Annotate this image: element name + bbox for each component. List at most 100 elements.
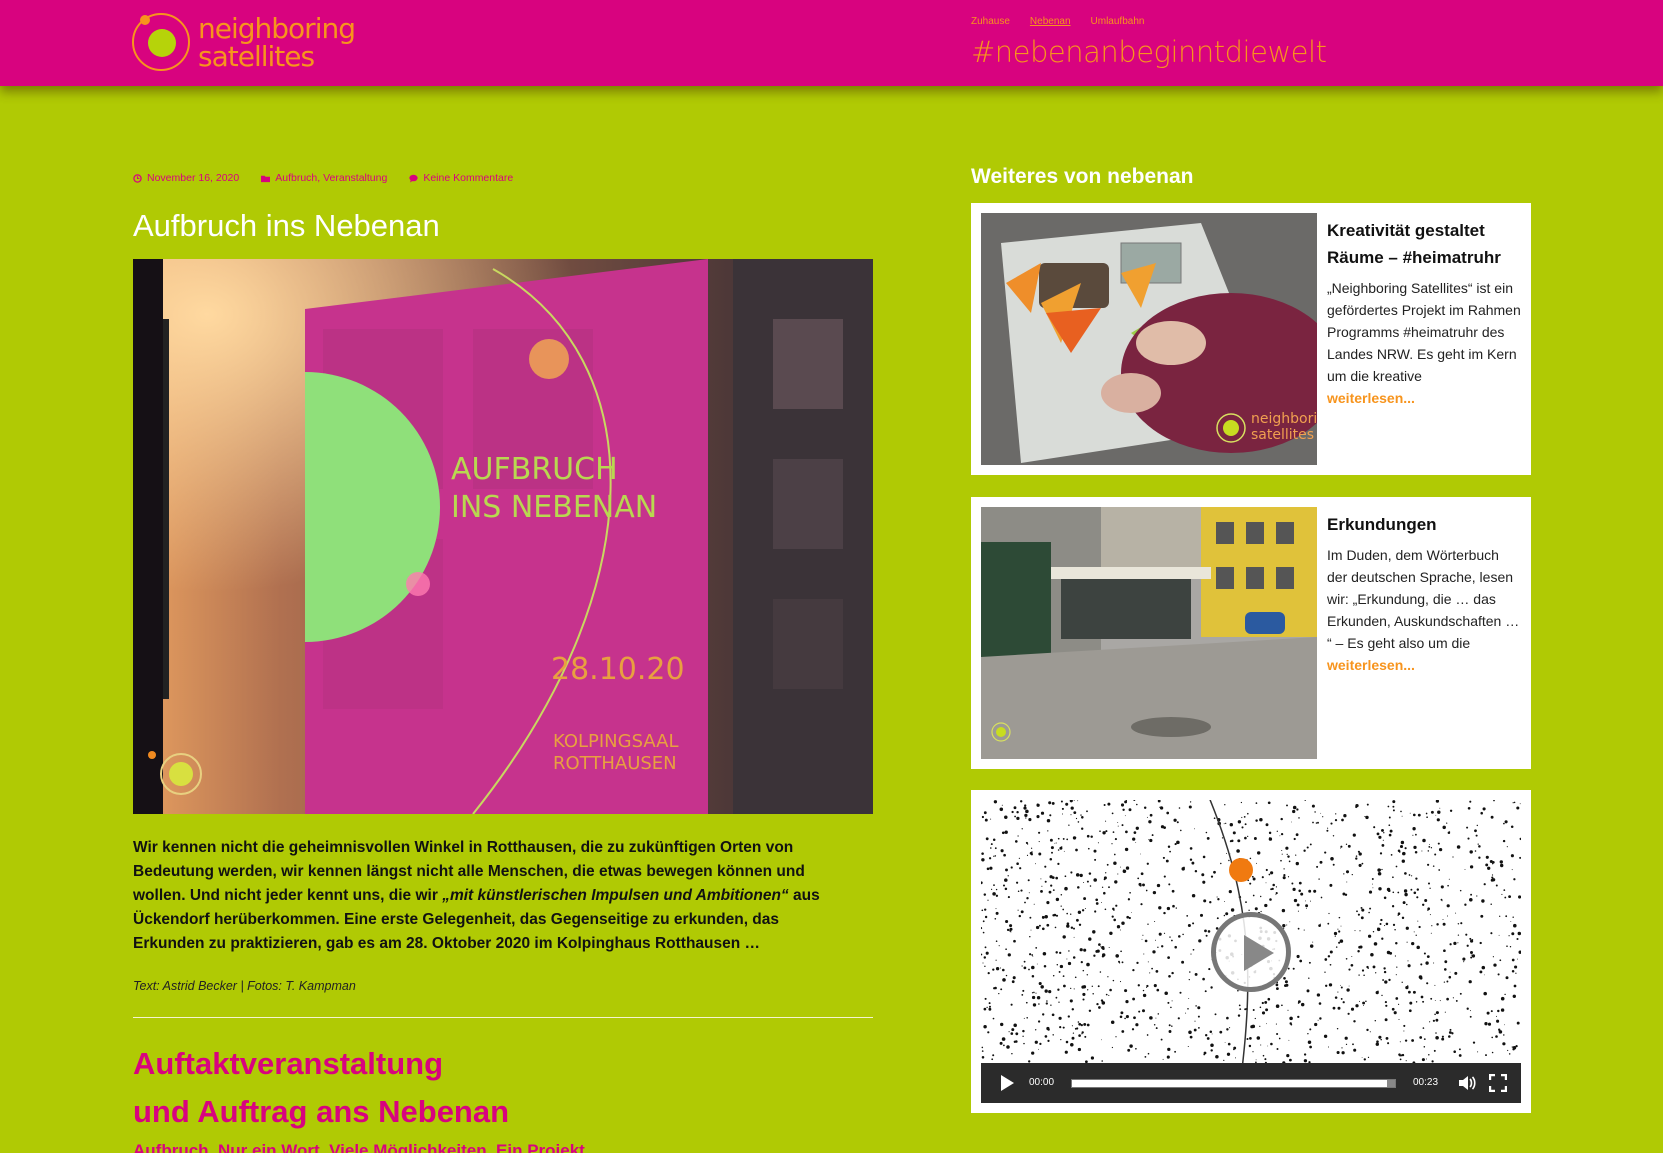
noise-speck xyxy=(1187,1008,1189,1010)
noise-speck xyxy=(1171,1000,1173,1002)
noise-speck xyxy=(1018,914,1021,918)
noise-speck xyxy=(1179,991,1182,994)
noise-speck xyxy=(982,962,984,964)
play-icon[interactable] xyxy=(1001,1075,1014,1091)
noise-speck xyxy=(1124,847,1129,852)
noise-speck xyxy=(1057,862,1060,866)
noise-speck xyxy=(1280,817,1283,821)
noise-speck xyxy=(1158,906,1162,910)
noise-speck xyxy=(1061,807,1064,810)
category-link-aufbruch[interactable]: Aufbruch xyxy=(275,172,317,184)
video-progress-bar[interactable] xyxy=(1071,1079,1396,1088)
noise-speck xyxy=(1412,834,1414,836)
noise-speck xyxy=(1385,922,1389,926)
noise-speck xyxy=(1509,946,1512,948)
noise-speck xyxy=(1226,1052,1231,1056)
noise-speck xyxy=(1409,812,1411,814)
noise-speck xyxy=(1168,883,1171,886)
noise-speck xyxy=(1019,867,1022,870)
video-player[interactable]: 00:00 00:23 xyxy=(971,790,1531,1113)
noise-speck xyxy=(1163,932,1166,934)
noise-speck xyxy=(1485,855,1489,859)
site-logo[interactable]: neighboring satellites xyxy=(132,13,372,75)
fullscreen-icon[interactable] xyxy=(1489,1074,1507,1092)
noise-speck xyxy=(1276,987,1279,990)
noise-speck xyxy=(1399,844,1404,849)
noise-speck xyxy=(989,1005,991,1008)
noise-speck xyxy=(1397,849,1401,853)
noise-speck xyxy=(1198,1027,1200,1029)
noise-speck xyxy=(1035,947,1038,949)
noise-speck xyxy=(1062,975,1065,977)
noise-speck xyxy=(987,972,990,975)
noise-speck xyxy=(1116,925,1121,929)
noise-speck xyxy=(1519,803,1521,805)
next-post-title[interactable]: Auftaktveranstaltung und Auftrag ans Neb… xyxy=(133,1040,509,1136)
related-post-card[interactable]: neighboring satellites Kreativität gesta… xyxy=(971,203,1531,475)
noise-speck xyxy=(1241,816,1243,819)
post-comments[interactable]: Keine Kommentare xyxy=(409,172,513,184)
nav-item-nebenan[interactable]: Nebenan xyxy=(1030,16,1071,27)
noise-speck xyxy=(1337,1006,1341,1010)
noise-speck xyxy=(1023,966,1027,970)
noise-speck xyxy=(1050,1004,1052,1006)
noise-speck xyxy=(1175,907,1177,909)
noise-speck xyxy=(1305,907,1307,909)
noise-speck xyxy=(1387,1042,1390,1045)
noise-speck xyxy=(981,1046,984,1049)
video-screen[interactable]: 00:00 00:23 xyxy=(981,800,1521,1103)
noise-speck xyxy=(1332,863,1335,866)
noise-speck xyxy=(1086,974,1089,976)
noise-speck xyxy=(1506,945,1508,947)
read-more-link[interactable]: weiterlesen... xyxy=(1327,390,1415,406)
noise-speck xyxy=(1157,1013,1160,1015)
noise-speck xyxy=(1159,806,1164,810)
noise-speck xyxy=(1167,845,1171,849)
post-title[interactable]: Aufbruch ins Nebenan xyxy=(133,208,440,244)
category-link-veranstaltung[interactable]: Veranstaltung xyxy=(323,172,387,184)
logo-text-line1: neighboring xyxy=(198,12,356,45)
noise-speck xyxy=(1380,869,1382,871)
related-post-title[interactable]: Kreativität gestaltet Räume – #heimatruh… xyxy=(1327,217,1522,271)
nav-item-umlaufbahn[interactable]: Umlaufbahn xyxy=(1091,16,1145,27)
noise-speck xyxy=(1485,863,1489,867)
noise-speck xyxy=(1091,985,1093,987)
noise-speck xyxy=(1330,857,1334,861)
noise-speck xyxy=(1503,822,1505,825)
noise-speck xyxy=(1112,831,1115,833)
noise-speck xyxy=(994,918,997,920)
noise-speck xyxy=(1086,962,1090,967)
noise-speck xyxy=(1023,1017,1025,1019)
noise-speck xyxy=(1499,959,1502,962)
post-date[interactable]: November 16, 2020 xyxy=(133,172,239,184)
volume-icon[interactable] xyxy=(1457,1074,1477,1092)
noise-speck xyxy=(1491,876,1494,879)
noise-speck xyxy=(1255,802,1258,804)
related-post-thumbnail[interactable]: neighboring satellites xyxy=(981,213,1317,465)
related-post-thumbnail[interactable] xyxy=(981,507,1317,759)
read-more-link[interactable]: weiterlesen... xyxy=(1327,657,1415,673)
noise-speck xyxy=(1308,961,1311,964)
noise-speck xyxy=(1403,1030,1405,1032)
noise-speck xyxy=(1172,904,1175,908)
noise-speck xyxy=(1046,923,1050,927)
noise-speck xyxy=(1060,905,1062,907)
noise-speck xyxy=(1082,998,1085,1001)
nav-item-zuhause[interactable]: Zuhause xyxy=(971,16,1010,27)
post-comments-text: Keine Kommentare xyxy=(423,172,514,184)
noise-speck xyxy=(1081,985,1085,989)
noise-speck xyxy=(1283,874,1286,877)
noise-speck xyxy=(1409,1001,1413,1005)
noise-speck xyxy=(1348,968,1351,971)
noise-speck xyxy=(1047,1028,1050,1031)
post-hero-image[interactable]: AUFBRUCH INS NEBENAN 28.10.20 KOLPINGSAA… xyxy=(133,259,873,814)
related-post-card[interactable]: Erkundungen Im Duden, dem Wörterbuch der… xyxy=(971,497,1531,769)
noise-speck xyxy=(1408,1009,1412,1013)
noise-speck xyxy=(1429,843,1430,845)
big-play-button[interactable] xyxy=(1211,912,1291,992)
noise-speck xyxy=(1156,883,1161,888)
noise-speck xyxy=(995,894,999,897)
related-post-title[interactable]: Erkundungen xyxy=(1327,511,1522,538)
noise-speck xyxy=(1337,991,1339,993)
noise-speck xyxy=(1470,951,1473,954)
